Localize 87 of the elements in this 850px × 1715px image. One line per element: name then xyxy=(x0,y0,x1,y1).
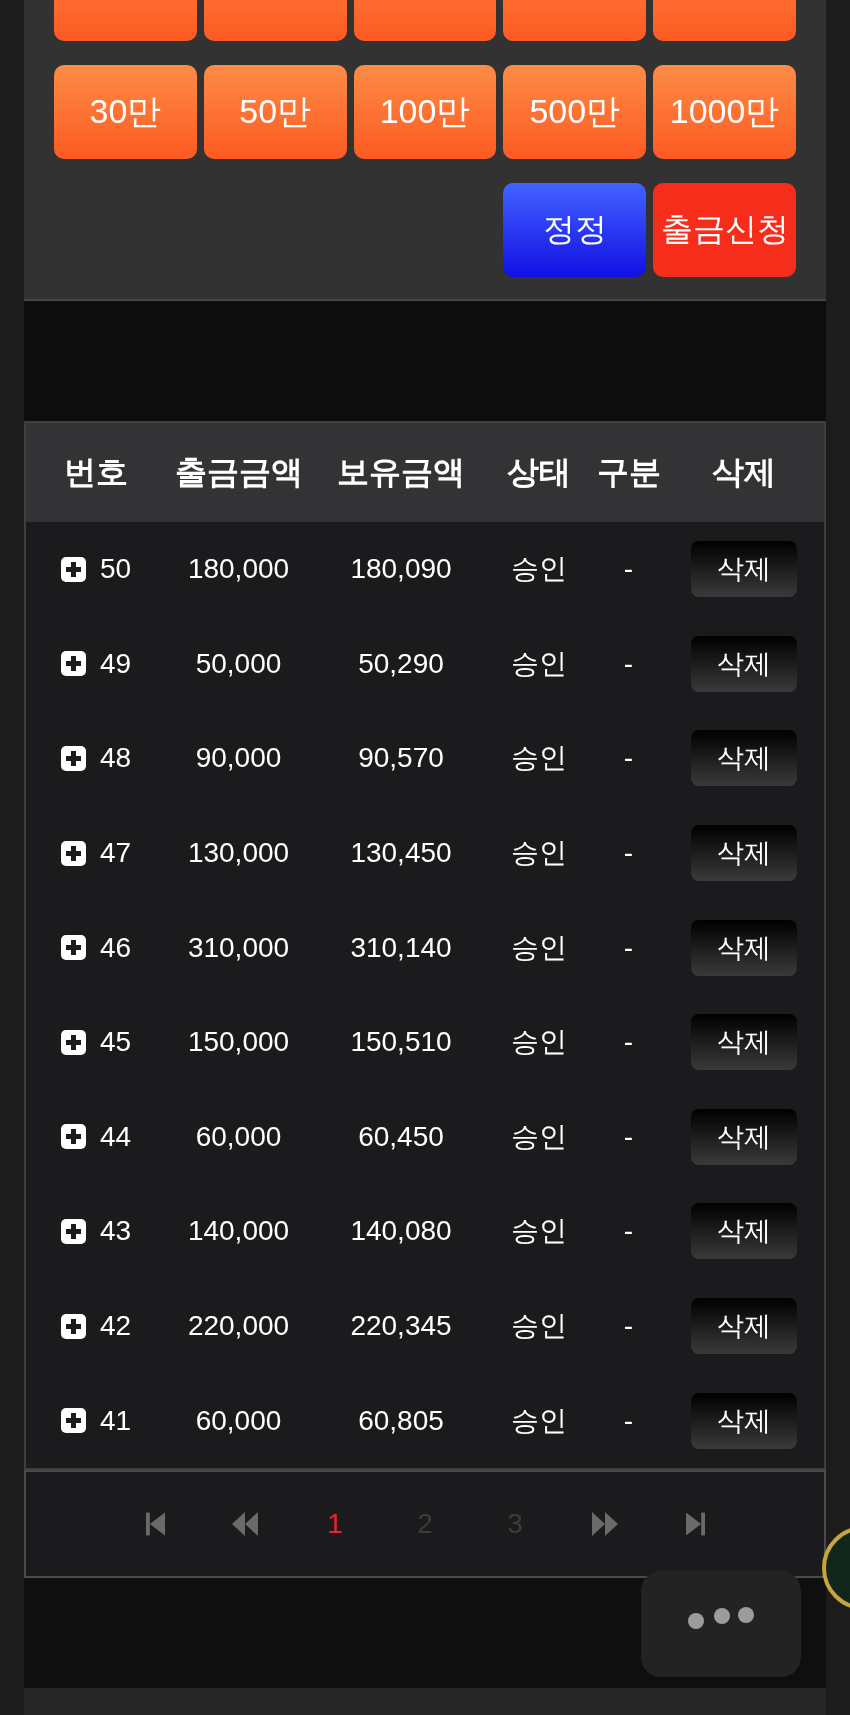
row-number: 44 xyxy=(99,1120,132,1153)
plus-icon[interactable] xyxy=(60,1408,86,1434)
plus-icon[interactable] xyxy=(60,556,86,582)
table-cell: 50,290 xyxy=(358,647,444,680)
row-number: 42 xyxy=(99,1310,132,1343)
table-cell: 60,000 xyxy=(195,1120,282,1153)
column-header: 번호 xyxy=(64,452,128,492)
plus-icon[interactable] xyxy=(60,840,86,866)
table-cell: 220,345 xyxy=(350,1310,452,1343)
delete-button[interactable]: 삭제 xyxy=(690,1298,797,1355)
ellipsis-icon xyxy=(688,1607,754,1629)
plus-icon[interactable] xyxy=(60,935,86,961)
table-cell: 150,000 xyxy=(187,1026,290,1059)
table-cell: 180,000 xyxy=(187,553,290,586)
table-cell-text: 승인 xyxy=(510,836,567,871)
table-cell: 150,510 xyxy=(350,1026,452,1059)
table-cell: - xyxy=(623,553,634,586)
plus-icon[interactable] xyxy=(60,1029,86,1055)
row-number: 48 xyxy=(99,742,132,775)
column-header: 삭제 xyxy=(711,452,776,492)
table-cell-text: 승인 xyxy=(510,1309,567,1344)
table-cell-text: 승인 xyxy=(510,646,567,681)
table-cell: 90,000 xyxy=(195,742,282,775)
plus-icon[interactable] xyxy=(60,651,86,677)
delete-button[interactable]: 삭제 xyxy=(690,919,797,976)
table-cell: - xyxy=(623,742,634,775)
table-cell-text: 승인 xyxy=(510,930,567,965)
delete-button[interactable]: 삭제 xyxy=(690,1014,797,1071)
table-cell: 50,000 xyxy=(195,647,282,680)
row-number: 46 xyxy=(99,931,132,964)
table-cell: 130,450 xyxy=(350,837,452,870)
table-cell: 60,450 xyxy=(358,1120,444,1153)
previous-icon[interactable] xyxy=(232,1511,258,1536)
more-button[interactable] xyxy=(641,1571,801,1677)
table-cell: 60,000 xyxy=(195,1404,282,1437)
table-cell: - xyxy=(623,1215,634,1248)
page-link[interactable]: 1 xyxy=(327,1507,343,1540)
delete-button[interactable]: 삭제 xyxy=(690,1392,797,1449)
table-cell: 220,000 xyxy=(187,1310,290,1343)
column-header: 구분 xyxy=(596,452,661,492)
table-cell: - xyxy=(623,1120,634,1153)
reset-button[interactable]: 정정 xyxy=(503,183,647,277)
delete-button[interactable]: 삭제 xyxy=(690,730,797,787)
table-cell: 60,805 xyxy=(358,1404,444,1437)
table-cell: - xyxy=(623,1310,634,1343)
table-cell-text: 승인 xyxy=(510,1214,567,1249)
plus-icon[interactable] xyxy=(60,1218,86,1244)
delete-button[interactable]: 삭제 xyxy=(690,635,797,692)
table-cell: 310,140 xyxy=(350,931,452,964)
table-cell: 180,090 xyxy=(350,553,452,586)
table-cell-text: 승인 xyxy=(510,552,567,587)
table-cell-text: 승인 xyxy=(510,741,567,776)
plus-icon[interactable] xyxy=(60,1313,86,1339)
emblem-icon[interactable] xyxy=(820,1526,850,1610)
table-cell: 310,000 xyxy=(187,931,290,964)
column-header: 상태 xyxy=(506,452,571,492)
delete-button[interactable]: 삭제 xyxy=(690,825,797,882)
table-cell: 140,000 xyxy=(187,1215,290,1248)
table-cell-text: 승인 xyxy=(510,1403,567,1438)
amount-button[interactable] xyxy=(353,0,497,41)
column-header: 보유금액 xyxy=(337,452,465,492)
row-number: 43 xyxy=(99,1215,132,1248)
delete-button[interactable]: 삭제 xyxy=(690,1203,797,1260)
table-cell: 140,080 xyxy=(350,1215,452,1248)
table-cell: - xyxy=(623,931,634,964)
table-cell: - xyxy=(623,647,634,680)
plus-icon[interactable] xyxy=(60,1124,86,1150)
table-cell: - xyxy=(623,1026,634,1059)
table-cell: 130,000 xyxy=(187,837,290,870)
first-page-icon[interactable] xyxy=(145,1511,165,1536)
table-cell-text: 승인 xyxy=(510,1025,567,1060)
table-cell: - xyxy=(623,837,634,870)
delete-button[interactable]: 삭제 xyxy=(690,1108,797,1165)
withdraw-request-button[interactable]: 출금신청 xyxy=(653,183,796,277)
delete-button[interactable]: 삭제 xyxy=(690,541,797,598)
next-icon[interactable] xyxy=(592,1511,618,1536)
last-page-icon[interactable] xyxy=(685,1511,705,1536)
row-number: 50 xyxy=(99,553,132,586)
column-header: 출금금액 xyxy=(174,452,303,492)
plus-icon[interactable] xyxy=(60,746,86,771)
table-cell-text: 승인 xyxy=(510,1119,567,1154)
row-number: 47 xyxy=(99,837,132,870)
table-cell: - xyxy=(623,1404,634,1437)
table-cell: 90,570 xyxy=(358,742,444,775)
row-number: 49 xyxy=(99,647,132,680)
row-number: 45 xyxy=(99,1026,132,1059)
row-number: 41 xyxy=(99,1404,132,1437)
